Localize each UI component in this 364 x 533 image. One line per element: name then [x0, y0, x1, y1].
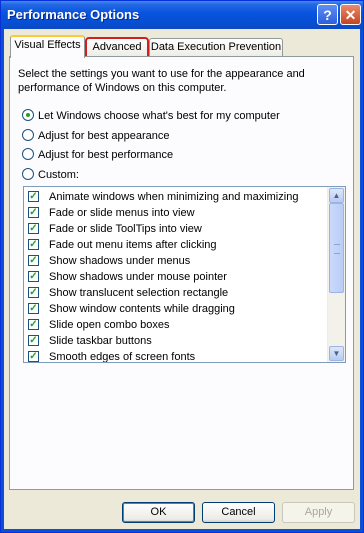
- checkbox-checked-icon[interactable]: ✓: [28, 223, 39, 234]
- ok-button[interactable]: OK: [122, 502, 195, 523]
- checkbox-checked-icon[interactable]: ✓: [28, 207, 39, 218]
- help-button[interactable]: ?: [317, 4, 338, 25]
- scroll-up-arrow-icon[interactable]: ▲: [329, 188, 344, 203]
- checkbox-checked-icon[interactable]: ✓: [28, 287, 39, 298]
- scroll-down-arrow-icon[interactable]: ▼: [329, 346, 344, 361]
- radio-label: Custom:: [38, 169, 79, 181]
- radio-label: Let Windows choose what's best for my co…: [38, 110, 280, 122]
- visual-effects-list[interactable]: ✓ Animate windows when minimizing and max…: [23, 186, 346, 363]
- grip-icon: [334, 244, 340, 254]
- radio-icon: [22, 129, 34, 141]
- checkbox-checked-icon[interactable]: ✓: [28, 255, 39, 266]
- radio-icon: [22, 148, 34, 160]
- apply-button[interactable]: Apply: [282, 502, 355, 523]
- dialog-body: Visual Effects Advanced Data Execution P…: [4, 29, 360, 529]
- checkbox-checked-icon[interactable]: ✓: [28, 335, 39, 346]
- scrollbar-thumb[interactable]: [329, 203, 344, 293]
- window-title: Performance Options: [7, 7, 140, 22]
- checkbox-checked-icon[interactable]: ✓: [28, 271, 39, 282]
- radio-selected-icon: [22, 109, 34, 121]
- radio-label: Adjust for best performance: [38, 149, 174, 161]
- performance-options-dialog: Performance Options ? ✕ Visual Effects A…: [0, 0, 364, 533]
- tab-advanced[interactable]: Advanced: [85, 37, 149, 58]
- tab-data-execution-prevention[interactable]: Data Execution Prevention: [149, 38, 283, 57]
- checkbox-checked-icon[interactable]: ✓: [28, 303, 39, 314]
- checkbox-checked-icon[interactable]: ✓: [28, 191, 39, 202]
- description-text: Select the settings you want to use for …: [18, 68, 305, 94]
- radio-icon: [22, 168, 34, 180]
- list-scrollbar[interactable]: ▲ ▼: [327, 187, 345, 362]
- tab-visual-effects[interactable]: Visual Effects: [10, 35, 85, 58]
- cancel-button[interactable]: Cancel: [202, 502, 275, 523]
- checkbox-checked-icon[interactable]: ✓: [28, 319, 39, 330]
- checkbox-checked-icon[interactable]: ✓: [28, 351, 39, 362]
- title-bar[interactable]: Performance Options ? ✕: [1, 1, 363, 29]
- radio-label: Adjust for best appearance: [38, 130, 170, 142]
- checkbox-checked-icon[interactable]: ✓: [28, 239, 39, 250]
- close-button[interactable]: ✕: [340, 4, 361, 25]
